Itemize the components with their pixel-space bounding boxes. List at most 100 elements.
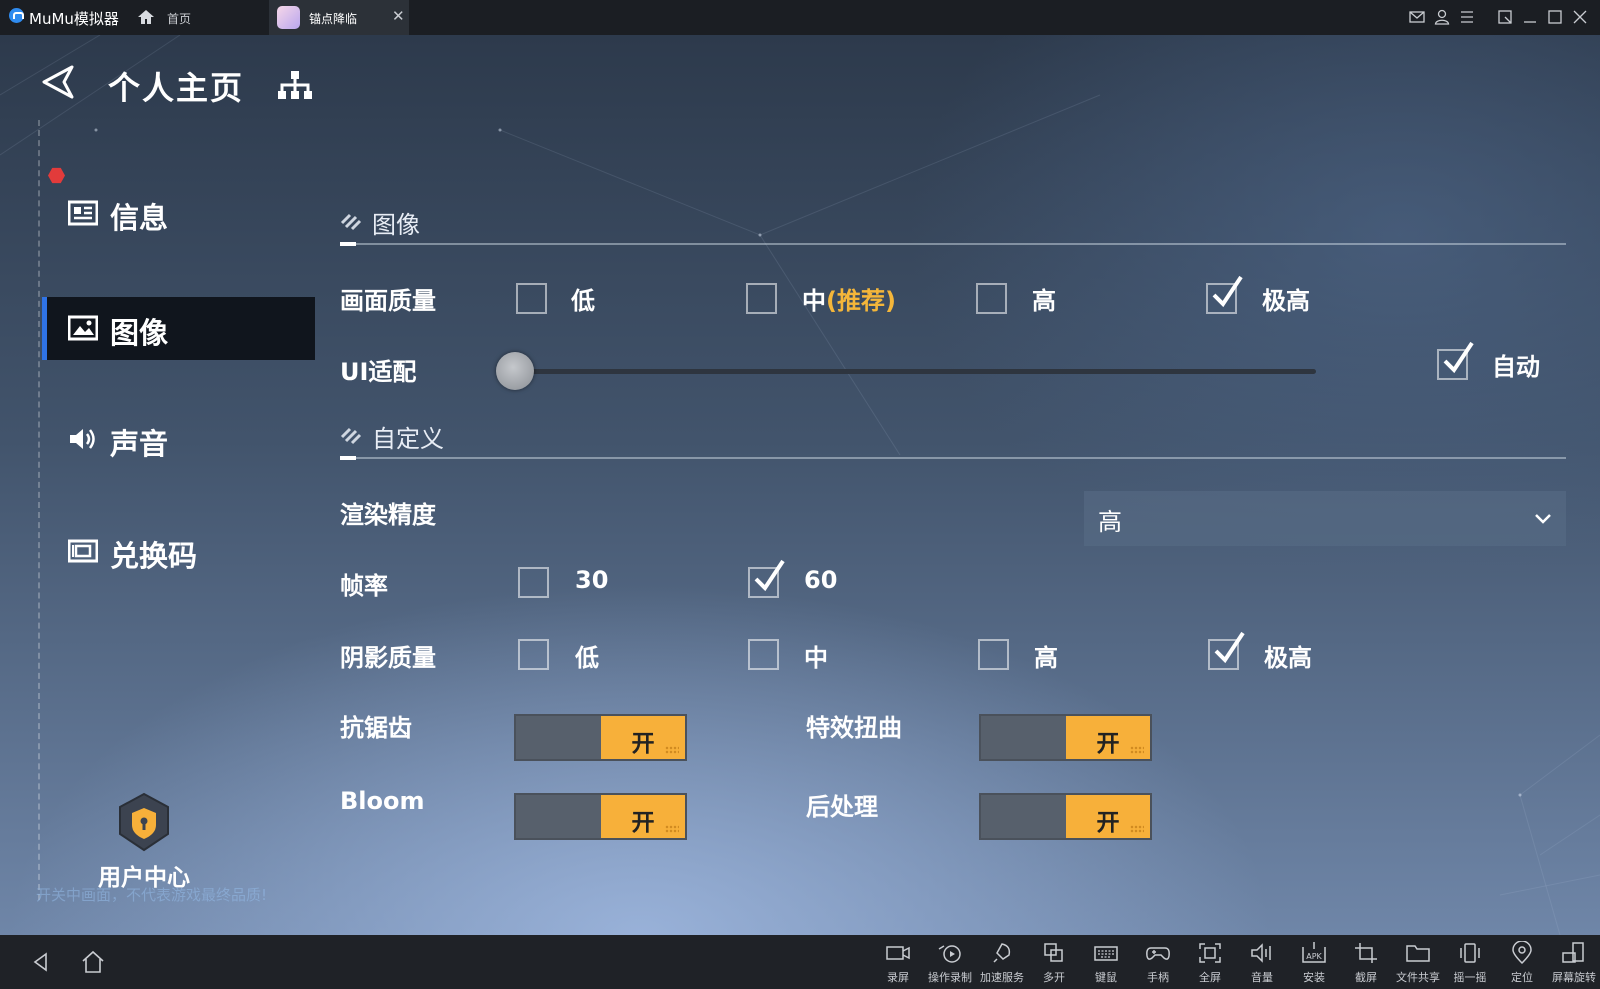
crop-icon bbox=[1355, 943, 1377, 963]
sidebar-item-info[interactable]: 信息 bbox=[42, 182, 310, 245]
tab-close-icon[interactable]: ✕ bbox=[392, 7, 405, 25]
render-precision-label: 渲染精度 bbox=[340, 501, 436, 529]
user-center-button[interactable]: 用户中心 bbox=[84, 792, 204, 892]
render-precision-value: 高 bbox=[1098, 508, 1122, 536]
mumu-logo-icon bbox=[9, 8, 24, 23]
window-titlebar: MuMu模拟器 首页 锚点降临 ✕ bbox=[0, 0, 1600, 35]
tab-home[interactable]: 首页 bbox=[167, 10, 191, 27]
file-share-button[interactable]: 文件共享 bbox=[1392, 939, 1444, 989]
sidebar-item-label: 兑换码 bbox=[110, 539, 198, 573]
image-icon bbox=[68, 315, 98, 341]
sidebar-item-sound[interactable]: 声音 bbox=[42, 408, 310, 471]
rocket-icon bbox=[993, 943, 1011, 963]
volume-icon bbox=[1251, 943, 1271, 963]
home-icon[interactable] bbox=[136, 7, 156, 27]
shadow-medium-label: 中 bbox=[804, 644, 828, 672]
shake-phone-icon bbox=[1460, 943, 1480, 963]
minimize-icon[interactable] bbox=[1521, 8, 1539, 26]
folder-icon bbox=[1406, 945, 1430, 962]
fullscreen-icon bbox=[1199, 943, 1221, 963]
frame-rate-label: 帧率 bbox=[340, 572, 388, 600]
info-card-icon bbox=[68, 200, 98, 226]
bloom-label: Bloom bbox=[340, 787, 425, 815]
shadow-quality-label: 阴影质量 bbox=[340, 644, 436, 672]
ui-adapt-slider-knob[interactable] bbox=[496, 352, 534, 390]
tab-game[interactable]: 锚点降临 ✕ bbox=[269, 0, 409, 35]
android-home-icon[interactable] bbox=[80, 949, 106, 975]
quality-medium-checkbox[interactable] bbox=[746, 283, 777, 314]
shadow-medium-checkbox[interactable] bbox=[748, 639, 779, 670]
frame-rate-60-checkbox[interactable] bbox=[748, 559, 785, 598]
speaker-icon bbox=[70, 429, 95, 449]
frame-rate-30-checkbox[interactable] bbox=[518, 567, 549, 598]
ui-adapt-auto-checkbox[interactable] bbox=[1437, 341, 1474, 380]
ui-adapt-label: UI适配 bbox=[340, 358, 417, 386]
maximize-icon[interactable] bbox=[1546, 8, 1564, 26]
quality-high-label: 高 bbox=[1032, 287, 1056, 315]
quality-ultra-checkbox[interactable] bbox=[1206, 275, 1243, 314]
menu-icon[interactable] bbox=[1458, 8, 1476, 26]
frame-rate-30-label: 30 bbox=[575, 566, 609, 594]
apk-icon: APK bbox=[1302, 942, 1326, 963]
recommended-hint: (推荐) bbox=[826, 287, 896, 315]
svg-text:APK: APK bbox=[1306, 952, 1322, 961]
emulator-toolbar: 录屏 操作录制 加速服务 多开 键鼠 手柄 全屏 音量 APK 安装 截屏 文件共… bbox=[0, 935, 1600, 989]
sidebar-item-image[interactable]: 图像 bbox=[42, 297, 315, 360]
frame-rate-60-label: 60 bbox=[804, 566, 838, 594]
shadow-ultra-checkbox[interactable] bbox=[1208, 631, 1245, 670]
antialias-toggle[interactable]: 开 bbox=[514, 714, 687, 761]
quality-low-label: 低 bbox=[571, 287, 595, 315]
volume-button[interactable]: 音量 bbox=[1236, 939, 1288, 989]
rotate-screen-button[interactable]: 屏幕旋转 bbox=[1548, 939, 1600, 989]
sidebar-item-label: 信息 bbox=[110, 201, 169, 235]
screenshot-button[interactable]: 截屏 bbox=[1340, 939, 1392, 989]
render-precision-select[interactable]: 高 bbox=[1084, 491, 1566, 546]
multi-window-icon bbox=[1044, 943, 1063, 962]
quality-low-checkbox[interactable] bbox=[516, 283, 547, 314]
footer-tip: 开关中画面，不代表游戏最终品质! bbox=[36, 886, 268, 904]
effect-distortion-toggle[interactable]: 开 bbox=[979, 714, 1152, 761]
mail-icon[interactable] bbox=[1408, 8, 1426, 26]
record-screen-button[interactable]: 录屏 bbox=[872, 939, 924, 989]
gamepad-button[interactable]: 手柄 bbox=[1132, 939, 1184, 989]
multi-instance-button[interactable]: 多开 bbox=[1028, 939, 1080, 989]
macro-record-button[interactable]: 操作录制 bbox=[924, 939, 976, 989]
shadow-low-checkbox[interactable] bbox=[518, 639, 549, 670]
slash-decoration-icon bbox=[340, 213, 362, 231]
sidebar-item-redeem[interactable]: 兑换码 bbox=[42, 520, 310, 583]
game-avatar-icon bbox=[277, 6, 300, 29]
slash-decoration-icon bbox=[340, 427, 362, 445]
android-back-icon[interactable] bbox=[30, 951, 52, 973]
shadow-high-checkbox[interactable] bbox=[978, 639, 1009, 670]
antialias-label: 抗锯齿 bbox=[340, 714, 412, 742]
video-camera-icon bbox=[886, 946, 910, 960]
shadow-high-label: 高 bbox=[1034, 644, 1058, 672]
sidebar-item-label: 图像 bbox=[110, 316, 169, 350]
keyboard-mouse-button[interactable]: 键鼠 bbox=[1080, 939, 1132, 989]
ui-adapt-slider-track[interactable] bbox=[516, 369, 1316, 374]
quality-high-checkbox[interactable] bbox=[976, 283, 1007, 314]
install-apk-button[interactable]: APK 安装 bbox=[1288, 939, 1340, 989]
gamepad-icon bbox=[1146, 947, 1170, 960]
bloom-toggle[interactable]: 开 bbox=[514, 793, 687, 840]
location-pin-icon bbox=[1512, 941, 1532, 965]
shake-button[interactable]: 摇一摇 bbox=[1444, 939, 1496, 989]
location-button[interactable]: 定位 bbox=[1496, 939, 1548, 989]
back-arrow-icon[interactable] bbox=[40, 63, 78, 101]
post-processing-label: 后处理 bbox=[806, 793, 878, 821]
shield-icon bbox=[119, 792, 169, 852]
mini-mode-icon[interactable] bbox=[1496, 8, 1514, 26]
sidebar-item-label: 声音 bbox=[110, 427, 169, 461]
game-settings-screen: 个人主页 信息 图像 声音 兑换码 用户中心 开关中画面，不代表游戏最终品质! … bbox=[0, 35, 1600, 935]
close-window-icon[interactable] bbox=[1571, 8, 1589, 26]
org-chart-icon[interactable] bbox=[276, 69, 314, 101]
quality-ultra-label: 极高 bbox=[1262, 287, 1310, 315]
accelerate-button[interactable]: 加速服务 bbox=[976, 939, 1028, 989]
post-processing-toggle[interactable]: 开 bbox=[979, 793, 1152, 840]
user-icon[interactable] bbox=[1433, 8, 1451, 26]
background-lines bbox=[0, 35, 1600, 935]
effect-distortion-label: 特效扭曲 bbox=[806, 714, 902, 742]
ui-adapt-auto-label: 自动 bbox=[1492, 353, 1540, 381]
section-custom-heading: 自定义 bbox=[340, 419, 1566, 460]
fullscreen-button[interactable]: 全屏 bbox=[1184, 939, 1236, 989]
